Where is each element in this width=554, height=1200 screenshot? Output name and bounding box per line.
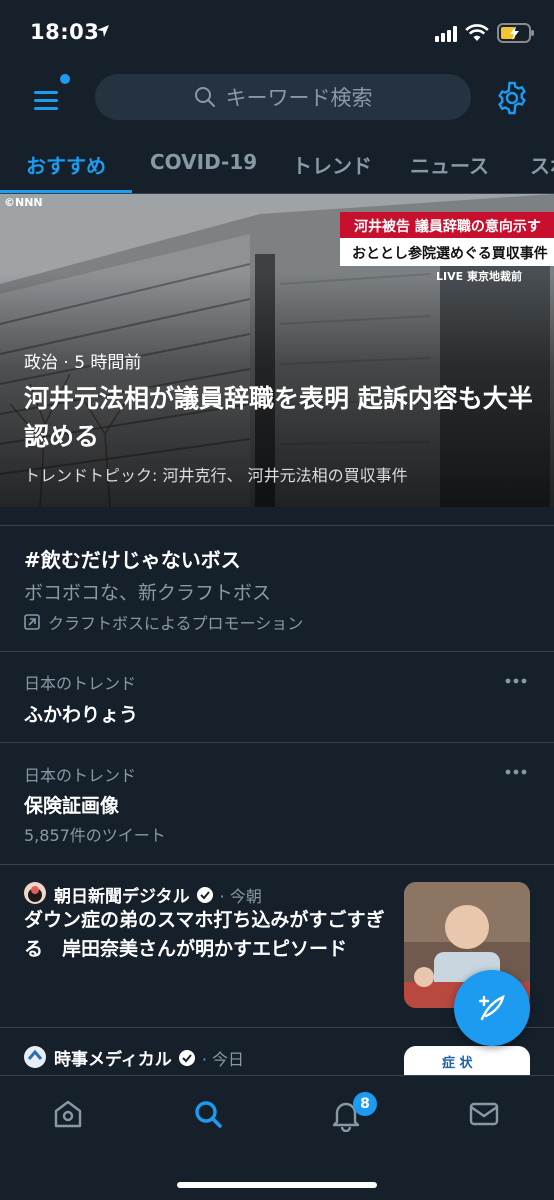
bottom-tab-bar: 8 bbox=[0, 1075, 554, 1200]
tv-caption-live: LIVE 東京地裁前 bbox=[436, 270, 522, 283]
nav-messages-button[interactable] bbox=[466, 1096, 506, 1136]
tv-caption: 河井被告 議員辞職の意向示す おととし参院選めぐる買収事件 LIVE 東京地裁前 bbox=[340, 212, 554, 283]
more-options-icon[interactable] bbox=[504, 677, 528, 685]
tv-caption-line1: 河井被告 議員辞職の意向示す bbox=[340, 212, 554, 238]
tab-sports[interactable]: スポ bbox=[530, 150, 554, 179]
search-input[interactable]: キーワード検索 bbox=[95, 74, 471, 120]
cellular-signal-icon bbox=[435, 26, 457, 42]
hamburger-menu-icon bbox=[34, 91, 58, 110]
nav-home-button[interactable] bbox=[50, 1096, 90, 1136]
status-time: 18:03 bbox=[30, 20, 100, 44]
tab-covid19[interactable]: COVID-19 bbox=[150, 150, 257, 174]
photo-credit: ©NNN bbox=[4, 196, 43, 209]
promoted-description: ボコボコな、新クラフトボス bbox=[24, 582, 272, 604]
settings-button[interactable] bbox=[494, 80, 530, 116]
news-source-name: 時事メディカル bbox=[54, 1050, 172, 1070]
promoted-by-label: クラフトボスによるプロモーション bbox=[48, 614, 304, 633]
home-icon bbox=[54, 1100, 82, 1128]
search-icon bbox=[194, 87, 215, 107]
home-indicator bbox=[177, 1182, 377, 1188]
hero-story-card[interactable]: ©NNN 河井被告 議員辞職の意向示す おととし参院選めぐる買収事件 LIVE … bbox=[0, 194, 554, 507]
notification-count-badge: 8 bbox=[353, 1092, 377, 1116]
hero-trending-topic: トレンドトピック: 河井克行、 河井元法相の買収事件 bbox=[24, 466, 408, 485]
trend-context: 日本のトレンド bbox=[24, 674, 137, 693]
divider bbox=[0, 742, 554, 743]
menu-notification-dot bbox=[60, 74, 70, 84]
hero-category-time: 政治 · 5 時間前 bbox=[24, 353, 142, 373]
promoted-by: クラフトボスによるプロモーション bbox=[24, 610, 303, 634]
menu-button[interactable] bbox=[28, 82, 68, 118]
news-source-avatar bbox=[24, 1046, 46, 1068]
promoted-icon bbox=[24, 614, 40, 630]
search-icon bbox=[195, 1101, 222, 1128]
news-time: · 今朝 bbox=[219, 886, 262, 906]
promoted-hashtag: #飲むだけじゃないボス bbox=[24, 548, 241, 572]
news-source: 朝日新聞デジタル · 今朝 bbox=[54, 882, 262, 907]
news-thumbnail-text: 症 状 bbox=[442, 1056, 473, 1071]
hero-headline: 河井元法相が議員辞職を表明 起訴内容も大半認める bbox=[24, 384, 533, 451]
status-bar: 18:03 bbox=[0, 0, 554, 66]
tab-recommended[interactable]: おすすめ bbox=[26, 150, 106, 179]
verified-badge-icon bbox=[178, 1049, 195, 1066]
more-options-icon[interactable] bbox=[504, 768, 528, 776]
nav-explore-button[interactable] bbox=[190, 1096, 230, 1136]
divider bbox=[0, 651, 554, 652]
news-source-avatar bbox=[24, 882, 46, 904]
divider bbox=[0, 864, 554, 865]
explore-tabs: おすすめ COVID-19 トレンド ニュース スポ bbox=[0, 132, 554, 194]
news-thumbnail: 症 状 bbox=[404, 1046, 530, 1076]
trend-name: 保険証画像 bbox=[24, 795, 120, 817]
battery-charging-icon bbox=[497, 23, 534, 43]
tv-caption-line2: おととし参院選めぐる買収事件 bbox=[340, 238, 554, 266]
news-source: 時事メディカル · 今日 bbox=[54, 1045, 244, 1070]
tab-news[interactable]: ニュース bbox=[410, 150, 489, 179]
top-header: キーワード検索 bbox=[0, 66, 554, 132]
compose-quill-icon bbox=[478, 994, 505, 1021]
verified-badge-icon bbox=[196, 886, 213, 903]
divider bbox=[0, 525, 554, 526]
search-placeholder: キーワード検索 bbox=[225, 86, 373, 110]
trend-context: 日本のトレンド bbox=[24, 766, 137, 785]
active-tab-indicator bbox=[0, 190, 132, 193]
news-headline: ダウン症の弟のスマホ打ち込みがすごすぎる 岸田奈美さんが明かすエピソード bbox=[24, 909, 385, 960]
location-arrow-icon bbox=[97, 25, 109, 37]
trend-name: ふかわりょう bbox=[24, 704, 139, 726]
news-source-name: 朝日新聞デジタル bbox=[54, 887, 190, 907]
gear-icon bbox=[498, 81, 526, 115]
mail-icon bbox=[469, 1102, 499, 1126]
compose-tweet-button[interactable] bbox=[454, 970, 530, 1046]
tab-trends[interactable]: トレンド bbox=[292, 150, 372, 179]
trend-tweet-count: 5,857件のツイート bbox=[24, 826, 166, 845]
wifi-icon bbox=[465, 24, 489, 41]
news-time: · 今日 bbox=[201, 1049, 244, 1069]
